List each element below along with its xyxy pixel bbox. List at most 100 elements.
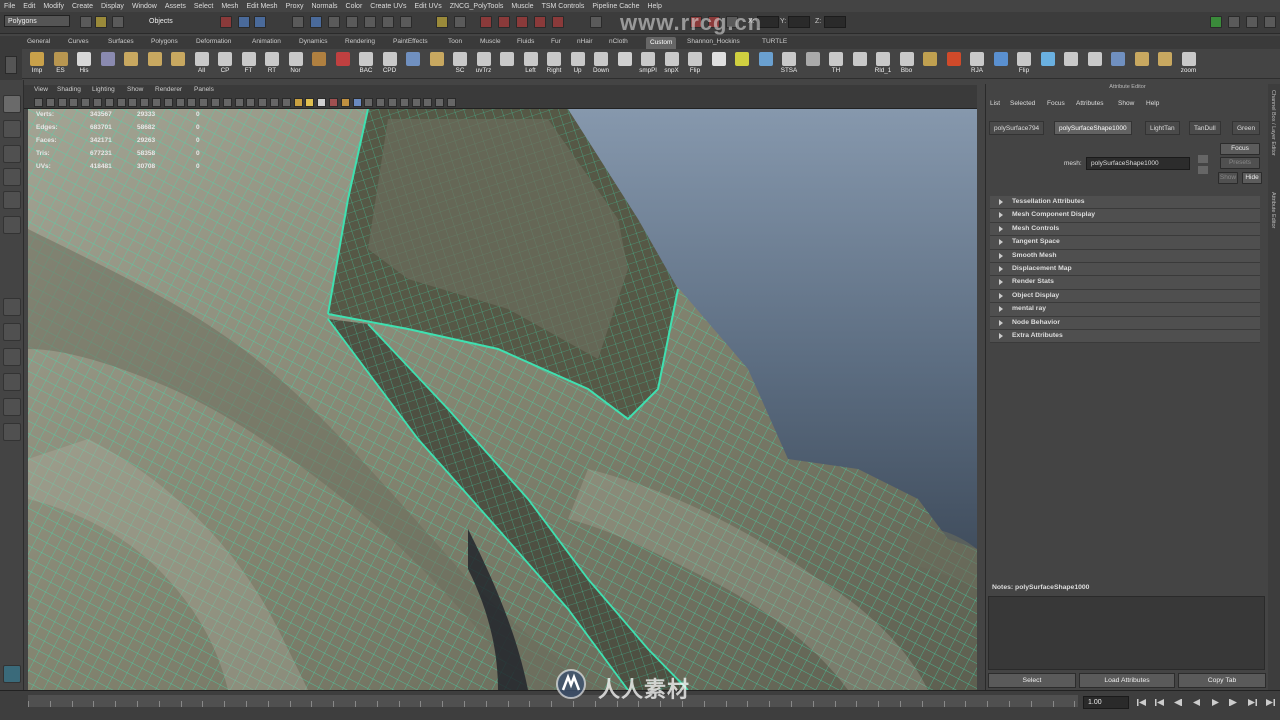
viewport-menu-panels[interactable]: Panels bbox=[194, 86, 214, 93]
viewport-menu-renderer[interactable]: Renderer bbox=[155, 86, 182, 93]
shelf-tab-curves[interactable]: Curves bbox=[68, 38, 89, 45]
mask-dynamics-icon[interactable] bbox=[382, 16, 394, 28]
section-node-behavior[interactable]: Node Behavior bbox=[990, 316, 1260, 330]
toggle-attribute-editor-icon[interactable] bbox=[1228, 16, 1240, 28]
ae-tab-polysurfaceshape1000[interactable]: polySurfaceShape1000 bbox=[1054, 121, 1132, 135]
shelf-tab-turtle[interactable]: TURTLE bbox=[762, 38, 787, 45]
section-smooth-mesh[interactable]: Smooth Mesh bbox=[990, 249, 1260, 263]
mask-handle-icon[interactable] bbox=[292, 16, 304, 28]
viewport-toolbar-icon[interactable] bbox=[104, 98, 114, 107]
play-forward-icon[interactable] bbox=[1211, 698, 1220, 707]
viewport-toolbar-icon[interactable] bbox=[388, 98, 397, 107]
ae-tab-polysurface794[interactable]: polySurface794 bbox=[989, 121, 1045, 135]
shelf-tab-deformation[interactable]: Deformation bbox=[196, 38, 231, 45]
move-tool-icon[interactable] bbox=[3, 168, 21, 186]
ae-tab-tandull[interactable]: TanDull bbox=[1189, 121, 1221, 135]
menu-edit-uvs[interactable]: Edit UVs bbox=[414, 3, 441, 10]
viewport-toolbar-icon[interactable] bbox=[211, 98, 220, 107]
shelf-button-th[interactable]: TH bbox=[825, 51, 847, 77]
viewport-toolbar-icon[interactable] bbox=[81, 98, 91, 107]
mel-script-icon[interactable] bbox=[3, 665, 21, 683]
menu-display[interactable]: Display bbox=[101, 3, 124, 10]
ae-menu-list[interactable]: List bbox=[990, 100, 1000, 107]
presets-button[interactable]: Presets bbox=[1220, 157, 1260, 169]
shelf-tab-polygons[interactable]: Polygons bbox=[151, 38, 178, 45]
viewport-toolbar-icon[interactable] bbox=[411, 98, 421, 107]
section-tessellation-attributes[interactable]: Tessellation Attributes bbox=[990, 196, 1260, 210]
shelf-tab-ncloth[interactable]: nCloth bbox=[609, 38, 628, 45]
viewport-toolbar-icon[interactable] bbox=[45, 98, 55, 107]
shelf-tab-muscle[interactable]: Muscle bbox=[480, 38, 501, 45]
menu-pipeline-cache[interactable]: Pipeline Cache bbox=[592, 3, 639, 10]
z-field[interactable] bbox=[824, 16, 846, 28]
persp-graph-layout-icon[interactable] bbox=[3, 373, 21, 391]
shelf-tab-nhair[interactable]: nHair bbox=[577, 38, 593, 45]
shelf-button-flip[interactable]: Flip bbox=[684, 51, 706, 77]
perspective-viewport[interactable] bbox=[28, 109, 977, 690]
mask-deform-icon[interactable] bbox=[364, 16, 376, 28]
menu-file[interactable]: File bbox=[4, 3, 15, 10]
ae-tab-lighttan[interactable]: LightTan bbox=[1145, 121, 1180, 135]
select-hierarchy-icon[interactable] bbox=[220, 16, 232, 28]
section-displacement-map[interactable]: Displacement Map bbox=[990, 262, 1260, 277]
viewport-toolbar-icon[interactable] bbox=[317, 98, 327, 107]
select-object-icon[interactable] bbox=[238, 16, 250, 28]
lasso-tool-icon[interactable] bbox=[3, 120, 21, 138]
channel-box-tab[interactable]: Channel Box / Layer Editor bbox=[1270, 90, 1276, 156]
history-icon[interactable] bbox=[590, 16, 602, 28]
shelf-button-flip[interactable]: Flip bbox=[1013, 51, 1035, 77]
paint-select-tool-icon[interactable] bbox=[3, 145, 21, 163]
save-scene-icon[interactable] bbox=[112, 16, 124, 28]
menu-assets[interactable]: Assets bbox=[165, 3, 186, 10]
menu-create[interactable]: Create bbox=[72, 3, 93, 10]
viewport-toolbar-icon[interactable] bbox=[69, 98, 79, 107]
shelf-tab-fluids[interactable]: Fluids bbox=[517, 38, 534, 45]
shelf-button-uvtrz[interactable]: uvTrz bbox=[473, 51, 495, 77]
scale-tool-icon[interactable] bbox=[3, 216, 21, 234]
copy-tab-button[interactable]: Copy Tab bbox=[1178, 673, 1266, 688]
shelf-button-down[interactable]: Down bbox=[590, 51, 612, 77]
show-button[interactable]: Show bbox=[1218, 172, 1238, 184]
single-perspective-layout-icon[interactable] bbox=[3, 298, 21, 316]
step-forward-icon[interactable] bbox=[1248, 698, 1257, 707]
open-scene-icon[interactable] bbox=[95, 16, 107, 28]
hypershade-layout-icon[interactable] bbox=[3, 398, 21, 416]
menu-mesh[interactable]: Mesh bbox=[221, 3, 238, 10]
toggle-channel-box-icon[interactable] bbox=[1210, 16, 1222, 28]
section-extra-attributes[interactable]: Extra Attributes bbox=[990, 329, 1260, 344]
shelf-button-zoom[interactable]: zoom bbox=[1178, 51, 1200, 77]
viewport-toolbar-icon[interactable] bbox=[163, 98, 173, 107]
section-object-display[interactable]: Object Display bbox=[990, 289, 1260, 304]
ae-menu-help[interactable]: Help bbox=[1146, 100, 1159, 107]
go-to-end-icon[interactable] bbox=[1266, 698, 1275, 707]
play-backward-icon[interactable] bbox=[1192, 698, 1201, 707]
shelf-tab-dynamics[interactable]: Dynamics bbox=[299, 38, 328, 45]
mask-curve-icon[interactable] bbox=[328, 16, 340, 28]
section-mesh-controls[interactable]: Mesh Controls bbox=[990, 222, 1260, 237]
menu-zncg-polytools[interactable]: ZNCG_PolyTools bbox=[450, 3, 504, 10]
viewport-toolbar-icon[interactable] bbox=[128, 98, 138, 107]
viewport-toolbar-icon[interactable] bbox=[57, 98, 67, 107]
viewport-toolbar-icon[interactable] bbox=[270, 98, 279, 107]
go-to-start-icon[interactable] bbox=[1137, 698, 1146, 707]
viewport-toolbar-icon[interactable] bbox=[93, 98, 102, 107]
ae-menu-selected[interactable]: Selected bbox=[1010, 100, 1035, 107]
hide-button[interactable]: Hide bbox=[1242, 172, 1262, 184]
shelf-button-rja[interactable]: RJA bbox=[966, 51, 988, 77]
snap-curve-icon[interactable] bbox=[498, 16, 510, 28]
section-render-stats[interactable]: Render Stats bbox=[990, 276, 1260, 290]
menu-select[interactable]: Select bbox=[194, 3, 213, 10]
viewport-toolbar-icon[interactable] bbox=[423, 98, 433, 107]
shelf-button-tool-16[interactable] bbox=[402, 51, 424, 77]
four-view-layout-icon[interactable] bbox=[3, 323, 21, 341]
viewport-toolbar-icon[interactable] bbox=[305, 98, 315, 107]
ae-menu-attributes[interactable]: Attributes bbox=[1076, 100, 1103, 107]
node-out-arrow-icon[interactable] bbox=[1198, 155, 1208, 163]
step-forward-key-icon[interactable] bbox=[1229, 698, 1238, 707]
viewport-toolbar-icon[interactable] bbox=[175, 98, 185, 107]
toggle-tool-settings-icon[interactable] bbox=[1246, 16, 1258, 28]
y-field[interactable] bbox=[788, 16, 810, 28]
shelf-button-tool-3[interactable] bbox=[97, 51, 119, 77]
shelf-tab-surfaces[interactable]: Surfaces bbox=[108, 38, 134, 45]
shelf-button-tool-5[interactable] bbox=[144, 51, 166, 77]
